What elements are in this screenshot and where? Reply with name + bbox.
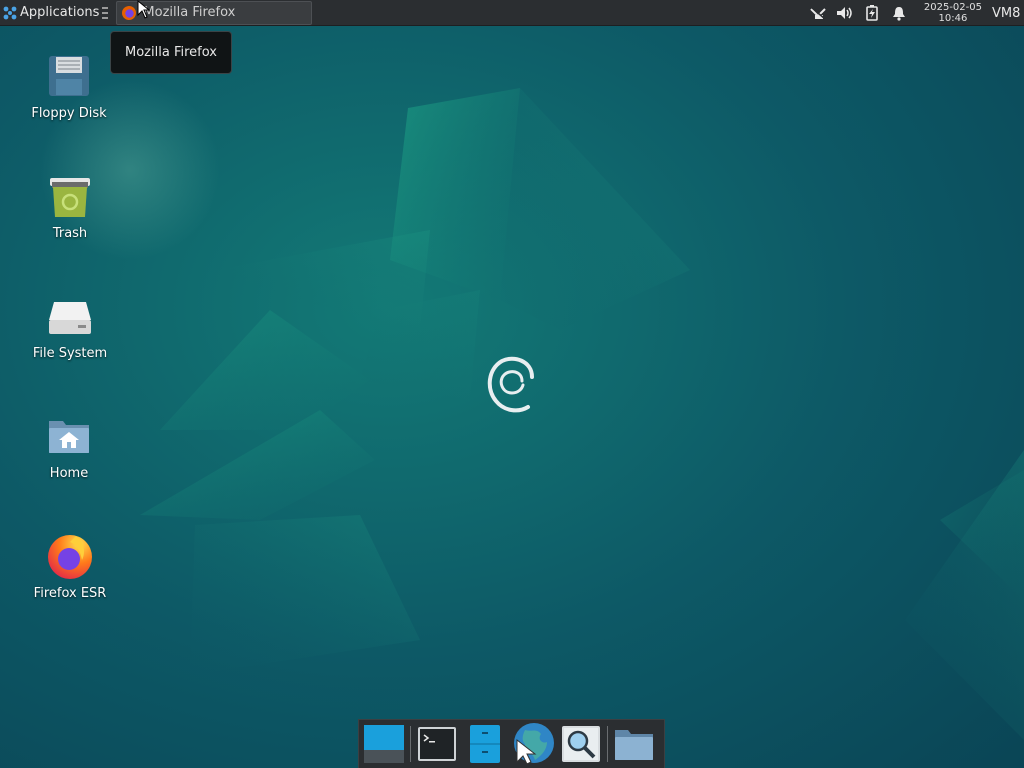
desktop-icon-file-system[interactable]: File System — [20, 292, 120, 361]
clock-date: 2025-02-05 — [923, 2, 982, 13]
desktop-wallpaper — [0, 0, 1024, 768]
clock[interactable]: 2025-02-05 10:46 — [924, 2, 982, 24]
web-browser-icon[interactable] — [511, 722, 555, 766]
top-panel: Applications Mozilla Firefox 2025-02-05 … — [0, 0, 1024, 26]
desktop-icon-floppy-disk[interactable]: Floppy Disk — [19, 52, 119, 121]
mouse-cursor-icon — [137, 0, 151, 19]
desktop-icon-label: Floppy Disk — [31, 106, 107, 121]
desktop-icon-firefox-esr[interactable]: Firefox ESR — [20, 532, 120, 601]
desktop-icon-home[interactable]: Home — [19, 412, 119, 481]
battery-icon[interactable] — [860, 0, 884, 26]
applications-menu[interactable]: Applications — [0, 0, 112, 26]
applications-label: Applications — [20, 5, 100, 20]
firefox-icon — [46, 532, 94, 580]
show-desktop-icon[interactable] — [362, 722, 406, 766]
desktop-icon-label: Trash — [52, 226, 88, 241]
dock-separator — [410, 726, 411, 762]
clock-time: 10:46 — [938, 13, 968, 24]
firefox-small-icon — [122, 5, 137, 20]
desktop-icon-label: Home — [49, 466, 89, 481]
trash-icon — [46, 172, 94, 220]
app-finder-icon[interactable] — [559, 722, 603, 766]
bottom-dock — [358, 719, 665, 768]
home-folder-icon — [45, 412, 93, 460]
notification-bell-icon[interactable] — [887, 0, 911, 26]
taskbar-window-title: Mozilla Firefox — [143, 5, 236, 20]
taskbar-tooltip: Mozilla Firefox — [110, 31, 232, 74]
file-manager-icon[interactable] — [463, 722, 507, 766]
system-tray: 2025-02-05 10:46 VM8 — [806, 0, 1024, 26]
volume-icon[interactable] — [833, 0, 857, 26]
terminal-icon[interactable] — [415, 722, 459, 766]
network-icon[interactable] — [806, 0, 830, 26]
desktop-icon-label: Firefox ESR — [33, 586, 107, 601]
dock-separator — [607, 726, 608, 762]
desktop-icon-trash[interactable]: Trash — [20, 172, 120, 241]
user-menu[interactable]: VM8 — [992, 6, 1024, 21]
drive-icon — [46, 292, 94, 340]
xfce-logo-icon — [3, 6, 17, 19]
menu-separator-icon — [102, 6, 109, 19]
desktop-icon-label: File System — [32, 346, 108, 361]
floppy-disk-icon — [45, 52, 93, 100]
folder-icon[interactable] — [612, 722, 656, 766]
